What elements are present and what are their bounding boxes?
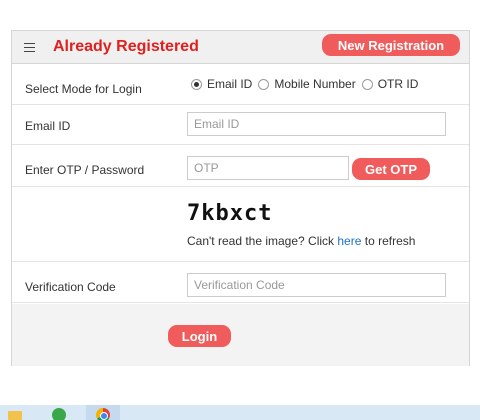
captcha-refresh-text: Can't read the image? Click here to refr… <box>187 234 415 248</box>
otp-input[interactable]: OTP <box>187 156 349 180</box>
login-mode-row: Select Mode for Login Email ID Mobile Nu… <box>12 65 469 105</box>
taskbar <box>0 405 480 420</box>
refresh-link[interactable]: here <box>337 234 361 248</box>
login-panel: Already Registered New Registration Sele… <box>11 30 470 366</box>
panel-header: Already Registered New Registration <box>12 31 469 64</box>
panel-title: Already Registered <box>53 38 199 55</box>
email-label: Email ID <box>25 119 71 133</box>
refresh-suffix: to refresh <box>361 234 416 248</box>
radio-email-label[interactable]: Email ID <box>207 77 252 91</box>
hamburger-icon[interactable] <box>24 43 35 52</box>
verification-input[interactable]: Verification Code <box>187 273 446 297</box>
verification-label: Verification Code <box>25 280 116 294</box>
panel-footer: Login <box>12 304 469 366</box>
radio-otr[interactable] <box>361 78 373 90</box>
new-registration-button[interactable]: New Registration <box>322 34 460 56</box>
green-app-icon[interactable] <box>52 408 66 420</box>
login-mode-radios: Email ID Mobile Number OTR ID <box>191 77 424 91</box>
radio-mobile-label[interactable]: Mobile Number <box>274 77 355 91</box>
file-explorer-icon[interactable] <box>8 411 22 420</box>
captcha-row: 7kbxct Can't read the image? Click here … <box>12 188 469 262</box>
otp-row: Enter OTP / Password OTP Get OTP <box>12 146 469 187</box>
radio-mobile[interactable] <box>258 78 270 90</box>
captcha-image: 7kbxct <box>187 201 273 226</box>
email-input[interactable]: Email ID <box>187 112 446 136</box>
email-row: Email ID Email ID <box>12 106 469 145</box>
login-mode-label: Select Mode for Login <box>25 82 142 96</box>
radio-otr-label[interactable]: OTR ID <box>378 77 419 91</box>
chrome-icon[interactable] <box>96 408 110 420</box>
get-otp-button[interactable]: Get OTP <box>352 158 430 180</box>
otp-label: Enter OTP / Password <box>25 163 145 177</box>
refresh-prefix: Can't read the image? Click <box>187 234 338 248</box>
login-button[interactable]: Login <box>168 325 231 347</box>
verification-row: Verification Code Verification Code <box>12 263 469 303</box>
radio-email[interactable] <box>191 78 202 90</box>
